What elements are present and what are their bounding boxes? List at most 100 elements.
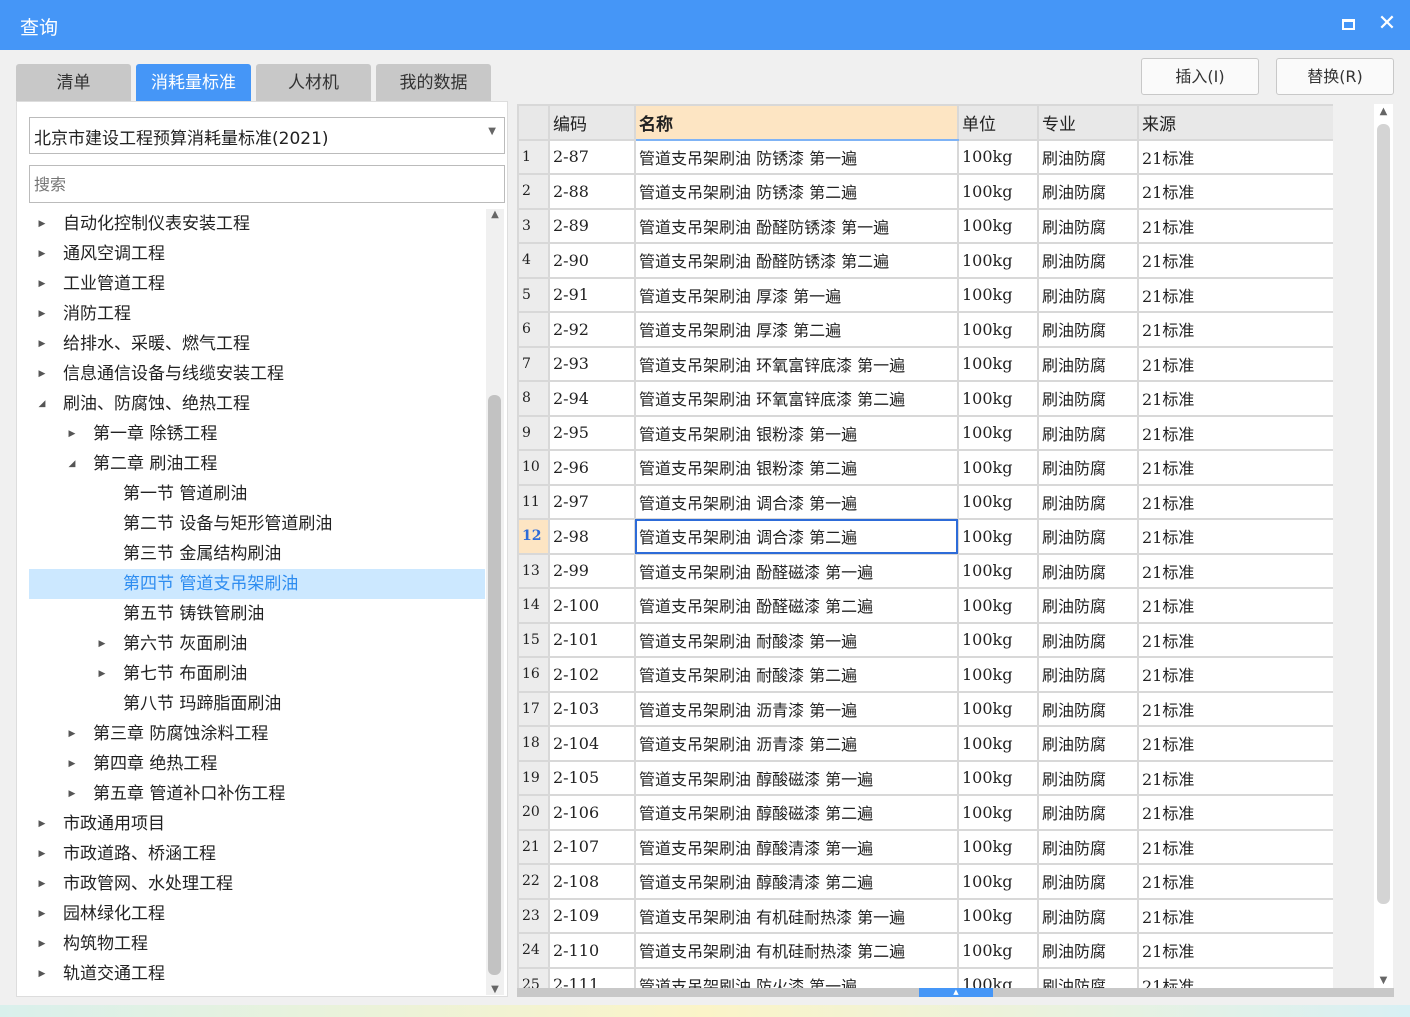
name-cell[interactable]: 管道支吊架刷油 银粉漆 第一遍 <box>634 414 959 451</box>
unit-cell[interactable]: 100kg <box>957 794 1039 831</box>
replace-button[interactable]: 替换(R) <box>1276 58 1394 95</box>
major-cell[interactable]: 刷油防腐 <box>1037 794 1139 831</box>
name-cell[interactable]: 管道支吊架刷油 厚漆 第二遍 <box>634 311 959 348</box>
tree-item[interactable]: ▶ 第七节 布面刷油 <box>29 659 485 689</box>
major-cell[interactable]: 刷油防腐 <box>1037 311 1139 348</box>
major-cell[interactable]: 刷油防腐 <box>1037 587 1139 624</box>
name-cell[interactable]: 管道支吊架刷油 防火漆 第一遍 <box>634 966 959 988</box>
collapsed-arrow-icon[interactable]: ▶ <box>95 629 109 659</box>
table-row[interactable]: 12 2-98 管道支吊架刷油 调合漆 第二遍 100kg 刷油防腐 21标准 <box>517 518 1333 555</box>
collapsed-arrow-icon[interactable]: ▶ <box>35 959 49 989</box>
major-cell[interactable]: 刷油防腐 <box>1037 897 1139 934</box>
row-number[interactable]: 10 <box>517 449 550 486</box>
table-row[interactable]: 8 2-94 管道支吊架刷油 环氧富锌底漆 第二遍 100kg 刷油防腐 21标准 <box>517 380 1333 417</box>
collapsed-arrow-icon[interactable]: ▶ <box>35 869 49 899</box>
code-cell[interactable]: 2-90 <box>548 242 636 279</box>
close-button[interactable]: ✕ <box>1373 10 1401 38</box>
unit-cell[interactable]: 100kg <box>957 138 1039 175</box>
major-cell[interactable]: 刷油防腐 <box>1037 345 1139 382</box>
major-cell[interactable]: 刷油防腐 <box>1037 276 1139 313</box>
table-row[interactable]: 24 2-110 管道支吊架刷油 有机硅耐热漆 第二遍 100kg 刷油防腐 21标准 <box>517 932 1333 969</box>
scroll-up-icon[interactable]: ▲ <box>486 209 504 220</box>
unit-cell[interactable]: 100kg <box>957 173 1039 210</box>
source-cell[interactable]: 21标准 <box>1137 207 1333 244</box>
name-cell[interactable]: 管道支吊架刷油 环氧富锌底漆 第二遍 <box>634 380 959 417</box>
tree-item[interactable]: 第四节 管道支吊架刷油 <box>29 569 485 599</box>
row-number[interactable]: 1 <box>517 138 550 175</box>
source-cell[interactable]: 21标准 <box>1137 587 1333 624</box>
tree-item[interactable]: ▶ 市政道路、桥涵工程 <box>29 839 485 869</box>
source-cell[interactable]: 21标准 <box>1137 966 1333 988</box>
tree-item[interactable]: ▶ 自动化控制仪表安装工程 <box>29 209 485 239</box>
tree-item[interactable]: ◢ 刷油、防腐蚀、绝热工程 <box>29 389 485 419</box>
source-cell[interactable]: 21标准 <box>1137 725 1333 762</box>
name-cell[interactable]: 管道支吊架刷油 调合漆 第二遍 <box>634 518 959 555</box>
table-row[interactable]: 25 2-111 管道支吊架刷油 防火漆 第一遍 100kg 刷油防腐 21标准 <box>517 966 1333 988</box>
tree-item[interactable]: ◢ 第二章 刷油工程 <box>29 449 485 479</box>
source-cell[interactable]: 21标准 <box>1137 552 1333 589</box>
collapsed-arrow-icon[interactable]: ▶ <box>35 329 49 359</box>
tree-item[interactable]: ▶ 构筑物工程 <box>29 929 485 959</box>
name-cell[interactable]: 管道支吊架刷油 沥青漆 第一遍 <box>634 690 959 727</box>
row-number[interactable]: 21 <box>517 828 550 865</box>
tree-item[interactable]: ▶ 市政管网、水处理工程 <box>29 869 485 899</box>
source-cell[interactable]: 21标准 <box>1137 138 1333 175</box>
tree-item[interactable]: ▶ 轨道交通工程 <box>29 959 485 989</box>
row-number[interactable]: 7 <box>517 345 550 382</box>
name-cell[interactable]: 管道支吊架刷油 防锈漆 第二遍 <box>634 173 959 210</box>
name-cell[interactable]: 管道支吊架刷油 银粉漆 第二遍 <box>634 449 959 486</box>
code-cell[interactable]: 2-103 <box>548 690 636 727</box>
scroll-up-icon[interactable]: ▲ <box>1374 106 1393 117</box>
table-row[interactable]: 13 2-99 管道支吊架刷油 酚醛磁漆 第一遍 100kg 刷油防腐 21标准 <box>517 552 1333 589</box>
row-number[interactable]: 17 <box>517 690 550 727</box>
insert-button[interactable]: 插入(I) <box>1141 58 1259 95</box>
collapsed-arrow-icon[interactable]: ▶ <box>35 359 49 389</box>
tree-scroll-thumb[interactable] <box>488 395 501 975</box>
tree-item[interactable]: 第二节 设备与矩形管道刷油 <box>29 509 485 539</box>
unit-cell[interactable]: 100kg <box>957 380 1039 417</box>
source-cell[interactable]: 21标准 <box>1137 794 1333 831</box>
name-cell[interactable]: 管道支吊架刷油 醇酸磁漆 第二遍 <box>634 794 959 831</box>
collapsed-arrow-icon[interactable]: ▶ <box>35 239 49 269</box>
tree-scrollbar[interactable]: ▲ ▼ <box>486 209 504 995</box>
row-number[interactable]: 20 <box>517 794 550 831</box>
column-header[interactable]: 名称 <box>634 104 959 141</box>
name-cell[interactable]: 管道支吊架刷油 环氧富锌底漆 第一遍 <box>634 345 959 382</box>
table-row[interactable]: 14 2-100 管道支吊架刷油 酚醛磁漆 第二遍 100kg 刷油防腐 21标准 <box>517 587 1333 624</box>
code-cell[interactable]: 2-94 <box>548 380 636 417</box>
collapsed-arrow-icon[interactable]: ▶ <box>35 299 49 329</box>
collapsed-arrow-icon[interactable]: ▶ <box>65 749 79 779</box>
unit-cell[interactable]: 100kg <box>957 759 1039 796</box>
major-cell[interactable]: 刷油防腐 <box>1037 449 1139 486</box>
tree-item[interactable]: ▶ 给排水、采暖、燃气工程 <box>29 329 485 359</box>
row-number[interactable]: 12 <box>517 518 550 555</box>
unit-cell[interactable]: 100kg <box>957 621 1039 658</box>
unit-cell[interactable]: 100kg <box>957 725 1039 762</box>
source-cell[interactable]: 21标准 <box>1137 483 1333 520</box>
name-cell[interactable]: 管道支吊架刷油 酚醛磁漆 第二遍 <box>634 587 959 624</box>
source-cell[interactable]: 21标准 <box>1137 173 1333 210</box>
search-input[interactable] <box>29 165 505 203</box>
source-cell[interactable]: 21标准 <box>1137 449 1333 486</box>
unit-cell[interactable]: 100kg <box>957 690 1039 727</box>
major-cell[interactable]: 刷油防腐 <box>1037 690 1139 727</box>
unit-cell[interactable]: 100kg <box>957 483 1039 520</box>
code-cell[interactable]: 2-89 <box>548 207 636 244</box>
row-number[interactable]: 24 <box>517 932 550 969</box>
tree-item[interactable]: ▶ 第一章 除锈工程 <box>29 419 485 449</box>
splitter-bar[interactable]: ▲ <box>517 988 1394 997</box>
row-number[interactable]: 4 <box>517 242 550 279</box>
standard-select[interactable]: 北京市建设工程预算消耗量标准(2021) ▼ <box>29 117 505 154</box>
code-cell[interactable]: 2-100 <box>548 587 636 624</box>
row-number[interactable]: 3 <box>517 207 550 244</box>
unit-cell[interactable]: 100kg <box>957 345 1039 382</box>
tree-item[interactable]: 第三节 金属结构刷油 <box>29 539 485 569</box>
major-cell[interactable]: 刷油防腐 <box>1037 932 1139 969</box>
tree-item[interactable]: ▶ 通风空调工程 <box>29 239 485 269</box>
source-cell[interactable]: 21标准 <box>1137 690 1333 727</box>
collapsed-arrow-icon[interactable]: ▶ <box>65 779 79 809</box>
name-cell[interactable]: 管道支吊架刷油 厚漆 第一遍 <box>634 276 959 313</box>
code-cell[interactable]: 2-98 <box>548 518 636 555</box>
table-row[interactable]: 5 2-91 管道支吊架刷油 厚漆 第一遍 100kg 刷油防腐 21标准 <box>517 276 1333 313</box>
major-cell[interactable]: 刷油防腐 <box>1037 552 1139 589</box>
